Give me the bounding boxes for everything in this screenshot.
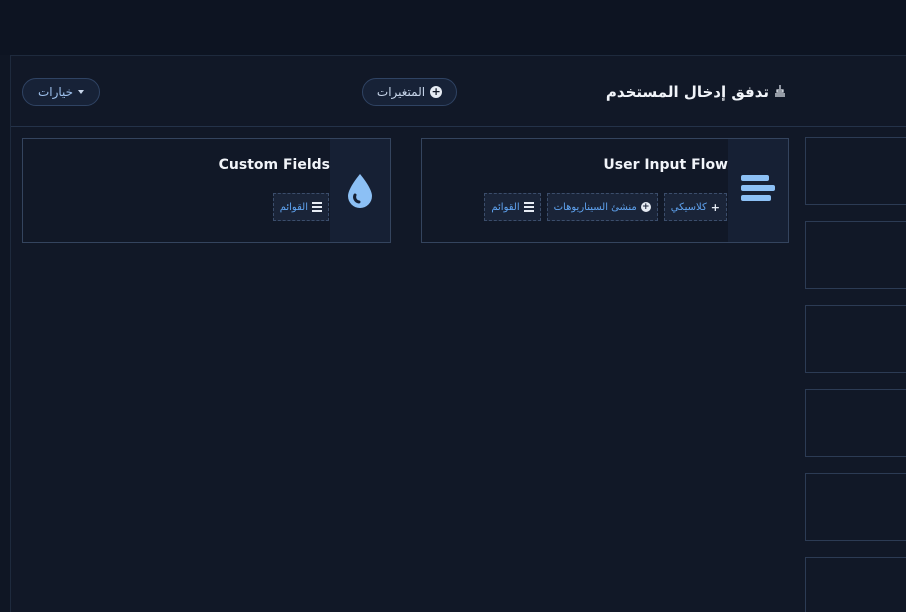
- side-card[interactable]: [805, 305, 906, 373]
- tag-label: القوائم: [279, 201, 308, 213]
- tag-classic[interactable]: + كلاسيكي: [663, 193, 727, 221]
- list-icon: [523, 202, 534, 212]
- tag-label: منشئ السيناريوهات: [553, 201, 637, 213]
- options-label: خيارات: [37, 85, 74, 99]
- card-icon-box: [330, 139, 390, 242]
- options-dropdown-button[interactable]: خيارات: [22, 78, 100, 106]
- side-card[interactable]: [805, 221, 906, 289]
- top-bar: [0, 0, 906, 55]
- list-icon: [312, 202, 322, 212]
- card-icon-box: [728, 139, 788, 242]
- variables-label: المتغيرات: [376, 85, 426, 99]
- tag-label: القوائم: [491, 201, 520, 213]
- side-card[interactable]: [805, 473, 906, 541]
- caret-down-icon: [78, 90, 85, 94]
- tag-lists[interactable]: القوائم: [484, 193, 541, 221]
- card-tags: القوائم: [272, 193, 329, 221]
- card-title: Custom Fields: [218, 157, 330, 173]
- main-panel: خيارات المتغيرات + تدفق إدخال المستخدم U…: [10, 55, 906, 612]
- tag-lists[interactable]: القوائم: [272, 193, 329, 221]
- variables-button[interactable]: المتغيرات +: [362, 78, 457, 106]
- panel-header: خيارات المتغيرات + تدفق إدخال المستخدم: [11, 56, 906, 127]
- plus-icon: +: [710, 200, 720, 214]
- page-title-text: تدفق إدخال المستخدم: [605, 83, 769, 101]
- card-custom-fields[interactable]: Custom Fields القوائم: [22, 138, 391, 243]
- card-user-input-flow[interactable]: User Input Flow + كلاسيكي + منشئ السينار…: [421, 138, 789, 243]
- side-card[interactable]: [805, 557, 906, 612]
- side-card[interactable]: [805, 137, 906, 205]
- plus-circle-icon: +: [640, 202, 651, 212]
- tag-scenario-builder[interactable]: + منشئ السيناريوهات: [546, 193, 658, 221]
- card-title: User Input Flow: [603, 157, 728, 173]
- droplet-icon: [348, 173, 372, 208]
- layers-icon: [774, 84, 786, 100]
- bars-icon: [741, 174, 775, 201]
- card-tags: + كلاسيكي + منشئ السيناريوهات القوائم: [484, 193, 727, 221]
- page-title: تدفق إدخال المستخدم: [606, 78, 786, 106]
- plus-circle-icon: +: [430, 85, 443, 98]
- tag-label: كلاسيكي: [670, 201, 707, 213]
- side-card[interactable]: [805, 389, 906, 457]
